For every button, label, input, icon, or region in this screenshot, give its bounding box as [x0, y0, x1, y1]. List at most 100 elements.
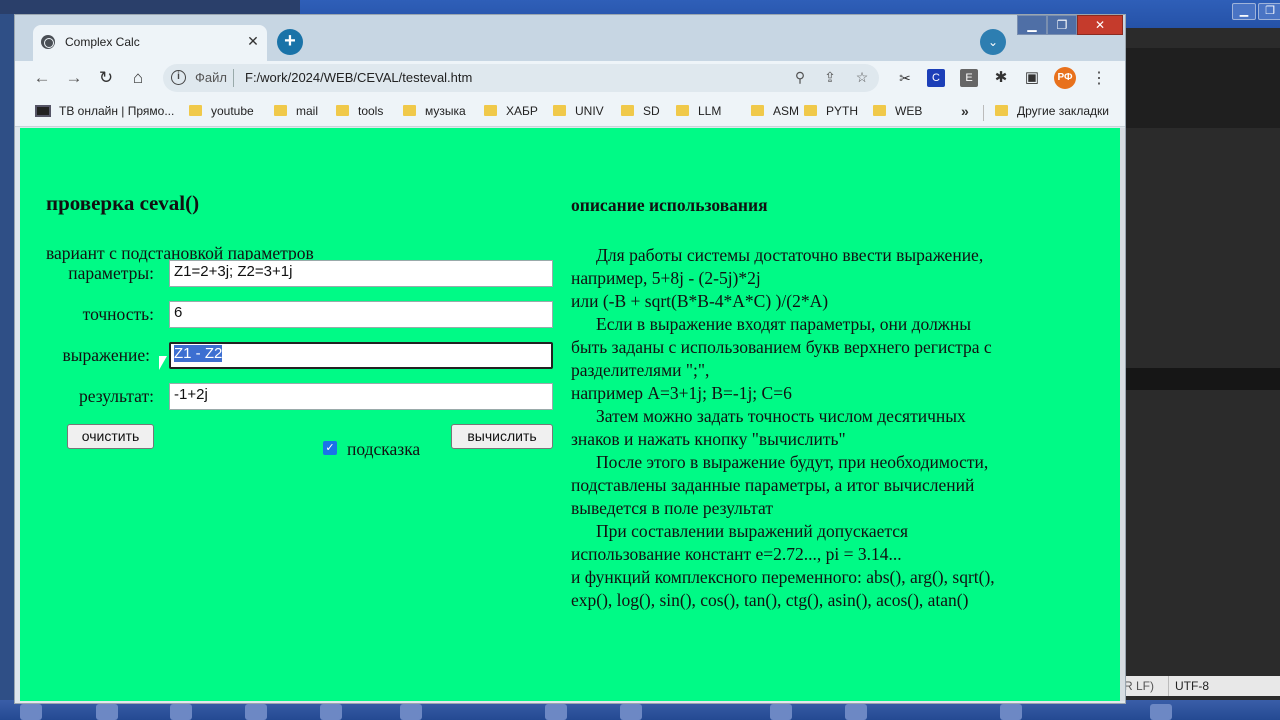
bookmark-item[interactable]: tools	[336, 104, 383, 118]
tab-title: Complex Calc	[65, 35, 140, 49]
url-text[interactable]: F:/work/2024/WEB/CEVAL/testeval.htm	[245, 70, 472, 85]
maximize-icon[interactable]: ❐	[1047, 15, 1077, 35]
calculate-button[interactable]: вычислить	[451, 424, 553, 449]
taskbar-app-icon[interactable]	[620, 704, 642, 720]
taskbar-app-icon[interactable]	[1000, 704, 1022, 720]
close-tab-icon[interactable]: ✕	[245, 33, 261, 50]
minimize-icon[interactable]: ▁	[1017, 15, 1047, 35]
folder-icon	[873, 105, 886, 116]
menu-kebab-icon[interactable]: ⋮	[1091, 68, 1107, 88]
tab-complex-calc[interactable]: Complex Calc ✕	[33, 25, 267, 61]
url-scheme: Файл	[195, 70, 227, 85]
bookmarks-divider	[983, 105, 984, 121]
hint-checkbox[interactable]: ✓	[323, 441, 337, 455]
desc-line: При составлении выражений допускается	[596, 521, 909, 541]
desc-line: разделителями ";",	[571, 360, 710, 380]
desc-line: Затем можно задать точность числом десят…	[596, 406, 966, 426]
folder-icon	[553, 105, 566, 116]
taskbar-app-icon[interactable]	[320, 704, 342, 720]
status-encoding[interactable]: UTF-8	[1168, 676, 1209, 696]
desc-line: быть заданы с использованием букв верхне…	[571, 337, 992, 357]
close-window-icon[interactable]: ✕	[1077, 15, 1123, 35]
bg-restore-icon[interactable]: ❐	[1258, 3, 1280, 20]
new-tab-button[interactable]: +	[277, 29, 303, 55]
taskbar-app-icon[interactable]	[170, 704, 192, 720]
params-input[interactable]: Z1=2+3j; Z2=3+1j	[169, 260, 553, 287]
extension-c-icon[interactable]: C	[927, 69, 945, 87]
reload-icon[interactable]: ↻	[95, 67, 117, 89]
folder-icon	[484, 105, 497, 116]
folder-icon	[403, 105, 416, 116]
desc-line: выведется в поле результат	[571, 498, 773, 518]
bookmark-item[interactable]: youtube	[189, 104, 254, 118]
description-title: описание использования	[571, 195, 768, 215]
home-icon[interactable]: ⌂	[127, 67, 149, 89]
taskbar-app-icon[interactable]	[545, 704, 567, 720]
desc-line: знаков и нажать кнопку "вычислить"	[571, 429, 846, 449]
browser-toolbar: ← → ↻ ⌂ i Файл F:/work/2024/WEB/CEVAL/te…	[15, 61, 1125, 97]
editor-status-bar: R LF) UTF-8	[1124, 676, 1280, 696]
folder-icon	[676, 105, 689, 116]
bookmark-star-icon[interactable]: ☆	[853, 69, 871, 86]
bookmark-item[interactable]: UNIV	[553, 104, 604, 118]
desc-line: или (-B + sqrt(B*B-4*A*C) )/(2*A)	[571, 291, 829, 311]
bookmarks-overflow-icon[interactable]: »	[961, 103, 969, 119]
expression-input[interactable]: Z1 - Z2	[169, 342, 553, 369]
profile-avatar[interactable]: РФ	[1054, 67, 1076, 89]
extension-icon[interactable]: ✂	[896, 69, 914, 87]
desc-line: использование констант e=2.72..., pi = 3…	[571, 544, 902, 564]
bookmark-item[interactable]: WEB	[873, 104, 922, 118]
bookmark-item[interactable]: музыка	[403, 104, 466, 118]
bookmark-item[interactable]: PYTH	[804, 104, 858, 118]
taskbar-app-icon[interactable]	[245, 704, 267, 720]
background-editor-window	[1124, 28, 1280, 720]
side-panel-icon[interactable]: ▣	[1023, 69, 1041, 87]
selected-text: Z1 - Z2	[174, 345, 223, 362]
page-title: проверка ceval()	[46, 191, 200, 215]
bg-minimize-icon[interactable]: ▁	[1232, 3, 1256, 20]
desktop-left-strip	[0, 14, 14, 700]
share-icon[interactable]: ⇪	[821, 69, 839, 86]
taskbar-app-icon[interactable]	[96, 704, 118, 720]
bookmark-item[interactable]: LLM	[676, 104, 721, 118]
page-content: проверка ceval() описание использования …	[20, 128, 1120, 701]
tab-strip: Complex Calc ✕ + ⌄ ▁ ❐ ✕	[15, 15, 1125, 61]
forward-arrow-icon[interactable]: →	[63, 67, 85, 89]
back-arrow-icon[interactable]: ←	[31, 67, 53, 89]
address-bar[interactable]: i Файл F:/work/2024/WEB/CEVAL/testeval.h…	[163, 64, 879, 92]
extension-e-icon[interactable]: E	[960, 69, 978, 87]
bookmark-item[interactable]: mail	[274, 104, 318, 118]
taskbar-app-icon[interactable]	[400, 704, 422, 720]
taskbar-app-icon[interactable]	[770, 704, 792, 720]
result-label: результат:	[79, 386, 154, 406]
folder-icon	[621, 105, 634, 116]
desc-line: например A=3+1j; B=-1j; C=6	[571, 383, 792, 403]
taskbar-app-icon[interactable]	[20, 704, 42, 720]
status-line-ending: R LF)	[1124, 679, 1154, 693]
puzzle-icon[interactable]: ✱	[992, 69, 1010, 87]
other-bookmarks[interactable]: Другие закладки	[995, 104, 1109, 118]
result-output[interactable]: -1+2j	[169, 383, 553, 410]
zoom-icon[interactable]: ⚲	[791, 69, 809, 86]
usage-description: Для работы системы достаточно ввести выр…	[571, 244, 1071, 612]
precision-input[interactable]: 6	[169, 301, 553, 328]
taskbar-app-icon[interactable]	[845, 704, 867, 720]
desc-line: Для работы системы достаточно ввести выр…	[596, 245, 984, 265]
taskbar-app-icon[interactable]	[1150, 704, 1172, 720]
clear-button[interactable]: очистить	[67, 424, 154, 449]
folder-icon	[751, 105, 764, 116]
editor-band	[1124, 48, 1280, 128]
bookmark-item[interactable]: ASM	[751, 104, 799, 118]
page-scrollbar[interactable]	[1120, 128, 1125, 701]
folder-icon	[274, 105, 287, 116]
desc-line: например, 5+8j - (2-5j)*2j	[571, 268, 761, 288]
precision-label: точность:	[82, 304, 154, 324]
desc-line: exp(), log(), sin(), cos(), tan(), ctg()…	[571, 590, 969, 610]
bookmark-item[interactable]: ТВ онлайн | Прямо...	[35, 104, 174, 118]
site-info-icon[interactable]: i	[171, 70, 186, 85]
tab-search-icon[interactable]: ⌄	[980, 29, 1006, 55]
bookmark-item[interactable]: ХАБР	[484, 104, 538, 118]
bookmark-item[interactable]: SD	[621, 104, 660, 118]
desc-line: подставлены заданные параметры, а итог в…	[571, 475, 975, 495]
folder-icon	[804, 105, 817, 116]
